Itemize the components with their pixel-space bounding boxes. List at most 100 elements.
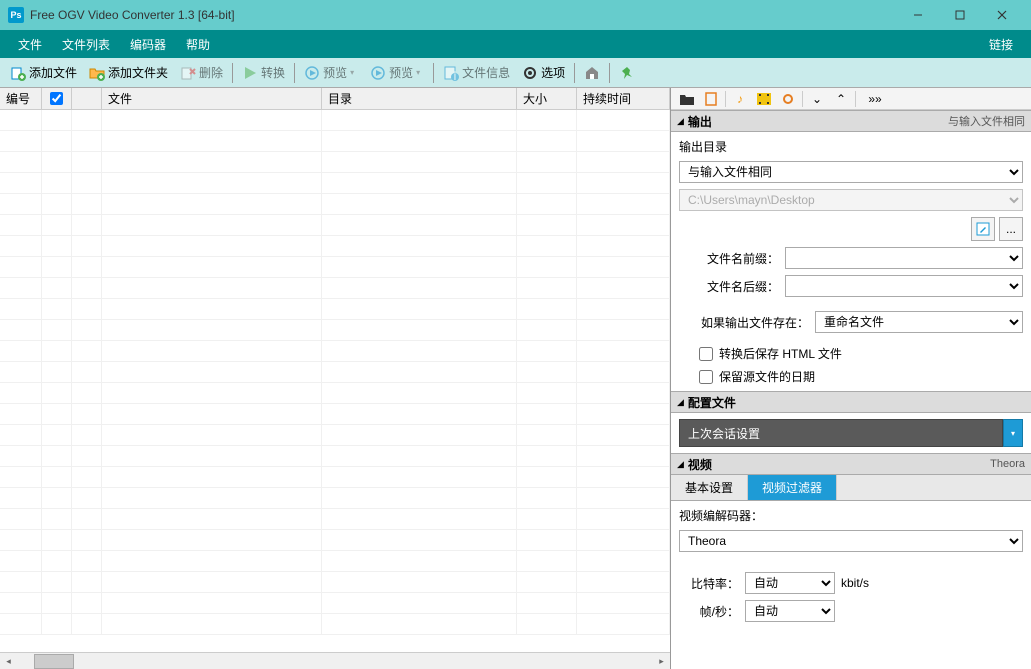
pin-button[interactable]: [613, 62, 641, 84]
bitrate-select[interactable]: 自动: [745, 572, 835, 594]
file-info-button[interactable]: i 文件信息: [437, 61, 516, 84]
output-dir-label: 输出目录: [679, 138, 1023, 155]
section-video-title: 视频: [688, 456, 712, 473]
chevron-down-icon: ▾: [416, 68, 424, 77]
section-output-title: 输出: [688, 113, 712, 130]
horizontal-scrollbar[interactable]: ◂ ▸: [0, 652, 670, 669]
window-title: Free OGV Video Converter 1.3 [64-bit]: [30, 8, 897, 22]
music-icon[interactable]: ♪: [728, 89, 752, 109]
grid-header: 编号 文件 目录 大小 持续时间: [0, 88, 670, 110]
menu-filelist[interactable]: 文件列表: [52, 32, 120, 57]
chevron-down-icon[interactable]: ⌄: [805, 89, 829, 109]
film-icon[interactable]: [752, 89, 776, 109]
browse-button[interactable]: ...: [999, 217, 1023, 241]
preview-icon: [304, 65, 320, 81]
delete-button[interactable]: 删除: [174, 61, 229, 84]
edit-path-button[interactable]: [971, 217, 995, 241]
preview2-label: 预览: [389, 64, 413, 81]
preview1-button[interactable]: 预览 ▾: [298, 61, 364, 84]
prefix-label: 文件名前缀：: [679, 250, 779, 267]
profile-combo[interactable]: 上次会话设置 ▾: [679, 419, 1023, 447]
delete-icon: [180, 65, 196, 81]
menu-file[interactable]: 文件: [8, 32, 52, 57]
col-dir[interactable]: 目录: [322, 88, 517, 109]
collapse-icon: ◢: [677, 116, 684, 127]
info-icon: i: [443, 65, 459, 81]
section-output-header[interactable]: ◢ 输出 与输入文件相同: [671, 110, 1031, 132]
chevron-down-icon: ▾: [350, 68, 358, 77]
convert-button[interactable]: 转换: [236, 61, 291, 84]
col-file[interactable]: 文件: [102, 88, 322, 109]
preview1-label: 预览: [323, 64, 347, 81]
fps-label: 帧/秒：: [679, 603, 739, 620]
scroll-left-icon[interactable]: ◂: [0, 653, 17, 669]
preview2-button[interactable]: 预览 ▾: [364, 61, 430, 84]
section-profile-title: 配置文件: [688, 394, 736, 411]
menu-help[interactable]: 帮助: [176, 32, 220, 57]
menubar: 文件 文件列表 编码器 帮助 链接: [0, 30, 1031, 58]
col-check[interactable]: [42, 88, 72, 109]
home-button[interactable]: [578, 62, 606, 84]
home-icon: [584, 65, 600, 81]
gear-icon[interactable]: [776, 89, 800, 109]
suffix-select[interactable]: [785, 275, 1023, 297]
document-icon[interactable]: [699, 89, 723, 109]
grid-body: [0, 110, 670, 635]
save-html-checkbox[interactable]: [699, 347, 713, 361]
tab-basic[interactable]: 基本设置: [671, 475, 748, 500]
suffix-label: 文件名后缀：: [679, 278, 779, 295]
delete-label: 删除: [199, 64, 223, 81]
section-output-summary: 与输入文件相同: [948, 113, 1025, 129]
close-button[interactable]: [981, 0, 1023, 30]
file-list-pane: 编号 文件 目录 大小 持续时间: [0, 88, 671, 669]
select-all-checkbox[interactable]: [50, 92, 63, 105]
add-folder-button[interactable]: 添加文件夹: [83, 61, 174, 84]
minimize-button[interactable]: [897, 0, 939, 30]
collapse-icon: ◢: [677, 397, 684, 408]
menu-encoder[interactable]: 编码器: [120, 32, 176, 57]
bitrate-label: 比特率：: [679, 575, 739, 592]
section-video-header[interactable]: ◢ 视频 Theora: [671, 453, 1031, 475]
profile-dropdown-button[interactable]: ▾: [1003, 419, 1023, 447]
prefix-select[interactable]: [785, 247, 1023, 269]
scroll-thumb[interactable]: [34, 654, 74, 669]
play-icon: [242, 65, 258, 81]
add-folder-icon: [89, 65, 105, 81]
svg-text:i: i: [454, 69, 457, 81]
section-output-body: 输出目录 与输入文件相同 C:\Users\mayn\Desktop ... 文…: [671, 132, 1031, 391]
video-tabs: 基本设置 视频过滤器: [671, 475, 1031, 501]
collapse-icon: ◢: [677, 459, 684, 470]
folder-icon[interactable]: [675, 89, 699, 109]
col-size[interactable]: 大小: [517, 88, 577, 109]
preview-icon: [370, 65, 386, 81]
chevron-up-icon[interactable]: ⌃: [829, 89, 853, 109]
keep-date-label: 保留源文件的日期: [719, 368, 815, 385]
section-video-summary: Theora: [990, 458, 1025, 470]
settings-toolbar: ♪ ⌄ ⌃ »»: [671, 88, 1031, 110]
output-dir-select[interactable]: 与输入文件相同: [679, 161, 1023, 183]
file-grid[interactable]: 编号 文件 目录 大小 持续时间: [0, 88, 670, 652]
codec-label: 视频编解码器：: [679, 507, 1023, 524]
options-label: 选项: [541, 64, 565, 81]
menu-link[interactable]: 链接: [979, 32, 1023, 57]
tab-filter[interactable]: 视频过滤器: [748, 475, 837, 500]
more-icon[interactable]: »»: [858, 89, 892, 109]
section-video-body: 视频编解码器： Theora 比特率： 自动 kbit/s 帧/秒： 自动: [671, 501, 1031, 628]
pin-icon: [619, 65, 635, 81]
section-profile-header[interactable]: ◢ 配置文件: [671, 391, 1031, 413]
codec-select[interactable]: Theora: [679, 530, 1023, 552]
profile-value: 上次会话设置: [679, 419, 1003, 447]
section-profile-body: 上次会话设置 ▾: [671, 413, 1031, 453]
fps-select[interactable]: 自动: [745, 600, 835, 622]
output-path-field[interactable]: C:\Users\mayn\Desktop: [679, 189, 1023, 211]
add-file-button[interactable]: 添加文件: [4, 61, 83, 84]
col-duration[interactable]: 持续时间: [577, 88, 670, 109]
col-no[interactable]: 编号: [0, 88, 42, 109]
col-icon[interactable]: [72, 88, 102, 109]
options-button[interactable]: 选项: [516, 61, 571, 84]
maximize-button[interactable]: [939, 0, 981, 30]
exists-select[interactable]: 重命名文件: [815, 311, 1023, 333]
scroll-right-icon[interactable]: ▸: [653, 653, 670, 669]
keep-date-checkbox[interactable]: [699, 370, 713, 384]
app-logo-icon: Ps: [8, 7, 24, 23]
